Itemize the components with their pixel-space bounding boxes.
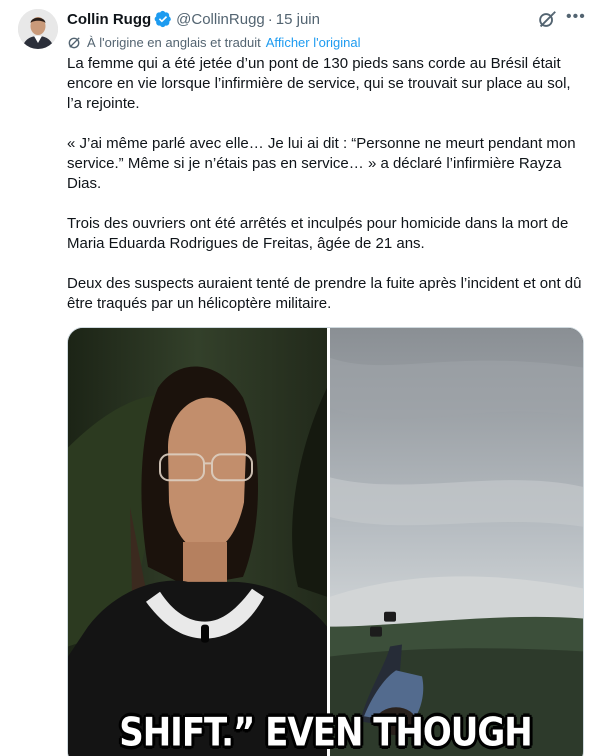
tweet-header: Collin Rugg @CollinRugg · 15 juin xyxy=(67,9,536,29)
media-left-photo xyxy=(68,328,327,756)
author-handle[interactable]: @CollinRugg xyxy=(176,11,265,28)
media-right-photo xyxy=(330,328,583,756)
show-original-link[interactable]: Afficher l'original xyxy=(266,35,361,50)
author-name[interactable]: Collin Rugg xyxy=(67,11,151,28)
tweet-paragraph: La femme qui a été jetée d’un pont de 13… xyxy=(67,55,571,112)
translate-icon xyxy=(68,36,80,48)
avatar[interactable] xyxy=(18,9,58,49)
tweet-paragraph: Trois des ouvriers ont été arrêtés et in… xyxy=(67,215,569,252)
tweet-media[interactable]: SHIFT.” EVEN THOUGH xyxy=(67,327,584,756)
grok-icon[interactable] xyxy=(536,9,558,31)
tweet-paragraph: « J’ai même parlé avec elle… Je lui ai d… xyxy=(67,135,576,192)
header-separator: · xyxy=(267,10,273,28)
tweet-date[interactable]: 15 juin xyxy=(276,11,320,28)
tweet-paragraph: Deux des suspects auraient tenté de pren… xyxy=(67,275,582,312)
avatar-photo xyxy=(18,9,58,49)
translation-note-row: À l'origine en anglais et traduit Affich… xyxy=(67,33,361,51)
verified-badge-icon[interactable] xyxy=(154,10,172,28)
tweet[interactable]: Collin Rugg @CollinRugg · 15 juin ••• À … xyxy=(0,0,596,756)
translation-note: À l'origine en anglais et traduit xyxy=(87,34,261,50)
media-caption: SHIFT.” EVEN THOUGH xyxy=(119,710,533,756)
tweet-text: La femme qui a été jetée d’un pont de 13… xyxy=(67,54,589,334)
more-icon[interactable]: ••• xyxy=(566,8,586,26)
